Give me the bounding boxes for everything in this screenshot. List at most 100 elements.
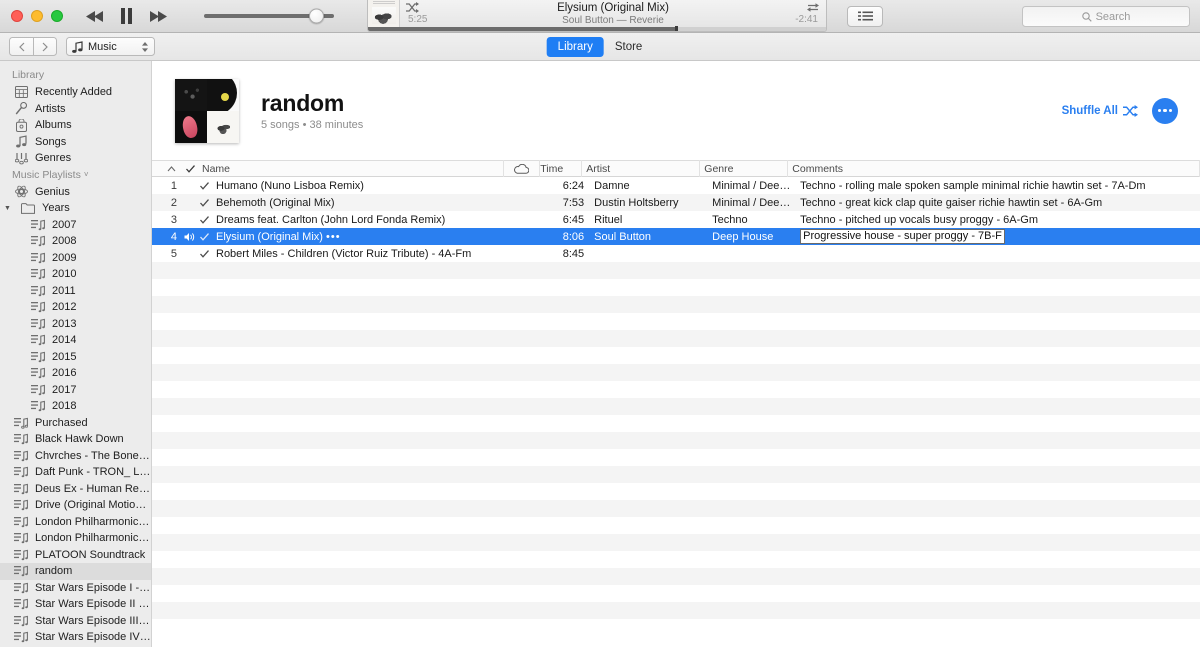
playlist-artwork[interactable] bbox=[175, 78, 239, 143]
row-checkbox[interactable] bbox=[196, 215, 212, 224]
sidebar-item-songs[interactable]: Songs bbox=[0, 134, 151, 151]
minimize-button[interactable] bbox=[31, 10, 43, 22]
table-row[interactable]: 2 Behemoth (Original Mix) 7:53 Dustin Holts… bbox=[152, 194, 1200, 211]
column-header-checkmark[interactable] bbox=[182, 164, 198, 173]
more-options-button[interactable] bbox=[1152, 97, 1178, 124]
forward-button[interactable] bbox=[33, 37, 57, 56]
sidebar-item-years[interactable]: ▼ Years bbox=[0, 200, 151, 217]
sidebar-item-2013[interactable]: 2013 bbox=[0, 316, 151, 333]
table-empty-row bbox=[152, 500, 1200, 517]
sidebar[interactable]: Library Recently Added Artists Albums Songs G… bbox=[0, 61, 152, 647]
row-checkbox[interactable] bbox=[196, 181, 212, 190]
tab-store[interactable]: Store bbox=[604, 37, 654, 57]
now-playing-display[interactable]: Elysium (Original Mix) Soul Button — Rev… bbox=[367, 0, 827, 32]
volume-knob[interactable] bbox=[309, 8, 324, 24]
pause-icon[interactable] bbox=[120, 8, 133, 24]
row-genre: Deep House bbox=[712, 230, 774, 243]
sidebar-item-label: 2014 bbox=[52, 334, 77, 347]
shuffle-all-button[interactable]: Shuffle All bbox=[1062, 104, 1138, 117]
media-kind-popup[interactable]: Music bbox=[66, 37, 155, 56]
column-header-cloud[interactable] bbox=[504, 160, 541, 177]
table-body[interactable]: 1 Humano (Nuno Lisboa Remix) 6:24 Damne Mini… bbox=[152, 177, 1200, 647]
now-playing-subtitle: Soul Button — Reverie bbox=[562, 15, 664, 26]
search-input[interactable]: Search bbox=[1022, 6, 1190, 27]
sidebar-item-albums[interactable]: Albums bbox=[0, 117, 151, 134]
sidebar-item-2017[interactable]: 2017 bbox=[0, 382, 151, 399]
row-checkbox[interactable] bbox=[196, 232, 212, 241]
sidebar-item-star-wars-episode-ii-atta[interactable]: Star Wars Episode II - Atta… bbox=[0, 596, 151, 613]
volume-slider[interactable] bbox=[204, 8, 334, 24]
close-button[interactable] bbox=[11, 10, 23, 22]
sidebar-item-london-philharmonic-orch[interactable]: London Philharmonic Orch… bbox=[0, 514, 151, 531]
row-more-icon[interactable]: ••• bbox=[326, 231, 341, 243]
sidebar-item-random[interactable]: random bbox=[0, 563, 151, 580]
sidebar-item-label: Recently Added bbox=[35, 86, 113, 99]
row-comments[interactable]: Techno - great kick clap quite gaiser ri… bbox=[796, 197, 1200, 209]
sort-ascending-icon[interactable] bbox=[152, 164, 182, 174]
sidebar-item-genius[interactable]: Genius bbox=[0, 184, 151, 201]
row-checkbox[interactable] bbox=[196, 198, 212, 207]
sidebar-item-label: 2012 bbox=[52, 301, 77, 314]
sidebar-item-star-wars-episode-i-the[interactable]: Star Wars Episode I - The… bbox=[0, 580, 151, 597]
sidebar-item-label: Genius bbox=[35, 185, 70, 198]
table-row[interactable]: 4 Elysium (Original Mix) ••• 8:06 Soul Butt… bbox=[152, 228, 1200, 245]
table-empty-row bbox=[152, 585, 1200, 602]
sidebar-item-chvrches-the-bones-of[interactable]: Chvrches - The Bones Of… bbox=[0, 448, 151, 465]
row-comments[interactable]: Techno - pitched up vocals busy proggy -… bbox=[796, 214, 1200, 226]
row-number: 3 bbox=[170, 213, 177, 226]
column-header-artist[interactable]: Artist bbox=[582, 160, 701, 177]
chevron-down-icon[interactable]: ˅ bbox=[84, 170, 89, 179]
column-header-genre[interactable]: Genre bbox=[700, 160, 789, 177]
table-row[interactable]: 1 Humano (Nuno Lisboa Remix) 6:24 Damne Mini… bbox=[152, 177, 1200, 194]
playback-scrubber[interactable] bbox=[368, 26, 826, 31]
sidebar-item-2015[interactable]: 2015 bbox=[0, 349, 151, 366]
up-next-button[interactable] bbox=[847, 6, 883, 27]
sidebar-item-recently-added[interactable]: Recently Added bbox=[0, 84, 151, 101]
sidebar-item-deus-ex-human-revoluti[interactable]: Deus Ex - Human Revoluti… bbox=[0, 481, 151, 498]
page-title: random bbox=[261, 90, 345, 116]
sidebar-item-artists[interactable]: Artists bbox=[0, 101, 151, 118]
fastforward-icon[interactable] bbox=[148, 10, 168, 23]
artwork-tile-1 bbox=[175, 78, 207, 111]
sidebar-item-2016[interactable]: 2016 bbox=[0, 365, 151, 382]
sidebar-item-2014[interactable]: 2014 bbox=[0, 332, 151, 349]
sidebar-item-star-wars-episode-iv-a-n[interactable]: Star Wars Episode IV - A N… bbox=[0, 629, 151, 646]
sidebar-item-drive-original-motion-pict[interactable]: Drive (Original Motion Pict… bbox=[0, 497, 151, 514]
sidebar-item-daft-punk-tron-legacy[interactable]: Daft Punk - TRON_ Legacy bbox=[0, 464, 151, 481]
column-header-time[interactable]: Time bbox=[540, 160, 583, 177]
sidebar-item-2007[interactable]: 2007 bbox=[0, 217, 151, 234]
sidebar-section-label: Music Playlists bbox=[12, 168, 81, 181]
sidebar-item-label: Daft Punk - TRON_ Legacy bbox=[35, 466, 151, 479]
sidebar-item-star-wars-episode-iii-rev[interactable]: Star Wars Episode III - Rev… bbox=[0, 613, 151, 630]
rewind-icon[interactable] bbox=[85, 10, 105, 23]
column-header-name[interactable]: Name bbox=[198, 160, 505, 177]
back-button[interactable] bbox=[9, 37, 33, 56]
sidebar-item-2012[interactable]: 2012 bbox=[0, 299, 151, 316]
playlist-icon bbox=[14, 631, 28, 644]
row-comments[interactable]: Techno - rolling male spoken sample mini… bbox=[796, 180, 1200, 192]
zoom-button[interactable] bbox=[51, 10, 63, 22]
sidebar-item-purchased[interactable]: Purchased bbox=[0, 415, 151, 432]
sidebar-item-2011[interactable]: 2011 bbox=[0, 283, 151, 300]
sidebar-item-genres[interactable]: Genres bbox=[0, 150, 151, 167]
sidebar-item-2009[interactable]: 2009 bbox=[0, 250, 151, 267]
sidebar-item-label: London Philharmonic Orch… bbox=[35, 532, 151, 545]
tab-library[interactable]: Library bbox=[546, 36, 604, 57]
playback-playhead[interactable] bbox=[674, 26, 678, 31]
column-header-comments[interactable]: Comments bbox=[788, 160, 1200, 177]
sidebar-item-black-hawk-down[interactable]: Black Hawk Down bbox=[0, 431, 151, 448]
table-row[interactable]: 5 Robert Miles - Children (Victor Ruiz Tr… bbox=[152, 245, 1200, 262]
table-empty-row bbox=[152, 568, 1200, 585]
sidebar-item-2008[interactable]: 2008 bbox=[0, 233, 151, 250]
sidebar-item-london-philharmonic-orch[interactable]: London Philharmonic Orch… bbox=[0, 530, 151, 547]
sidebar-item-2010[interactable]: 2010 bbox=[0, 266, 151, 283]
playlist-icon bbox=[31, 400, 45, 413]
sidebar-item-platoon-soundtrack[interactable]: PLATOON Soundtrack bbox=[0, 547, 151, 564]
row-comments[interactable]: Progressive house - super proggy - 7B-F bbox=[796, 229, 1200, 244]
row-number: 2 bbox=[170, 196, 177, 209]
disclosure-triangle-icon[interactable]: ▼ bbox=[4, 205, 12, 212]
comments-edit-field[interactable]: Progressive house - super proggy - 7B-F bbox=[800, 229, 1005, 244]
sidebar-item-2018[interactable]: 2018 bbox=[0, 398, 151, 415]
table-row[interactable]: 3 Dreams feat. Carlton (John Lord Fonda R… bbox=[152, 211, 1200, 228]
row-checkbox[interactable] bbox=[196, 249, 212, 258]
